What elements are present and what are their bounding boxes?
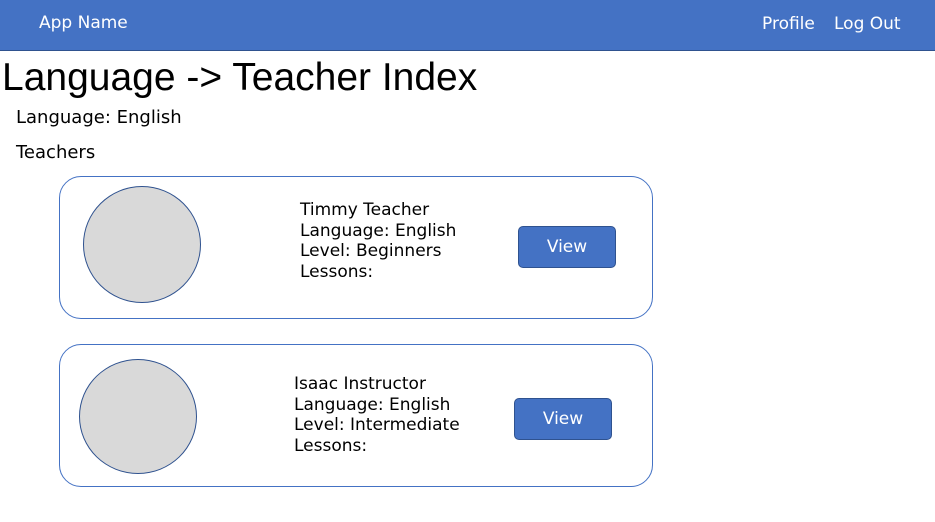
top-navbar: App Name Profile Log Out <box>0 0 935 51</box>
teacher-info: Isaac Instructor Language: English Level… <box>294 374 460 456</box>
teacher-card: Isaac Instructor Language: English Level… <box>59 344 653 487</box>
teacher-level: Level: Intermediate <box>294 415 460 435</box>
language-label: Language: English <box>16 107 182 128</box>
teacher-language: Language: English <box>294 394 451 415</box>
app-name[interactable]: App Name <box>39 13 128 33</box>
view-button[interactable]: View <box>514 398 612 440</box>
avatar <box>83 186 201 303</box>
teacher-card: Timmy Teacher Language: English Level: B… <box>59 176 653 319</box>
page-title: Language -> Teacher Index <box>2 56 478 99</box>
teacher-name: Isaac Instructor <box>294 374 426 394</box>
teacher-lessons: Lessons: <box>294 435 368 456</box>
teacher-level: Level: Beginners <box>300 241 442 261</box>
view-button[interactable]: View <box>518 226 616 268</box>
avatar <box>79 359 197 474</box>
teacher-name: Timmy Teacher <box>300 200 430 220</box>
teachers-heading: Teachers <box>16 142 96 163</box>
teacher-lessons: Lessons: <box>300 261 374 282</box>
logout-link[interactable]: Log Out <box>834 14 901 34</box>
teacher-language: Language: English <box>300 220 457 241</box>
teacher-info: Timmy Teacher Language: English Level: B… <box>300 200 456 282</box>
profile-link[interactable]: Profile <box>762 14 815 34</box>
